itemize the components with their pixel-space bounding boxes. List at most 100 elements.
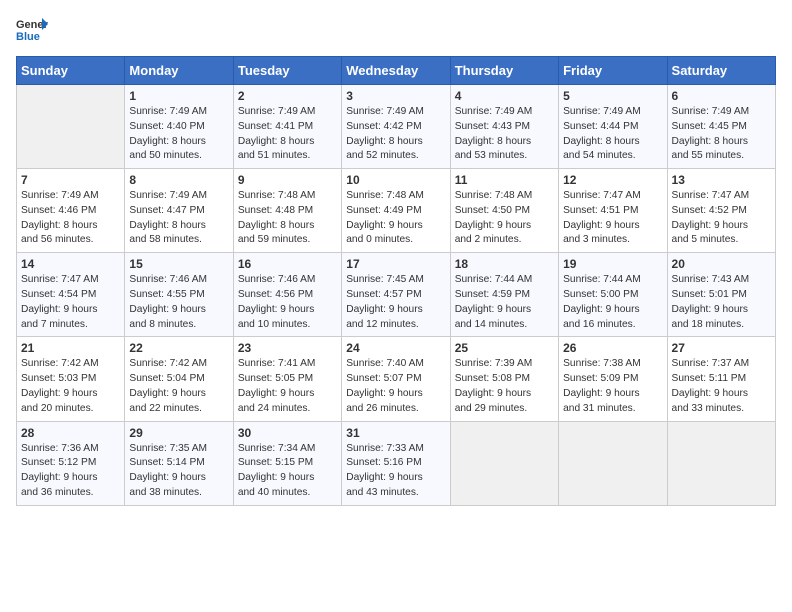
day-detail: Sunrise: 7:49 AM Sunset: 4:46 PM Dayligh… [21, 189, 120, 248]
day-number: 31 [346, 426, 445, 440]
day-number: 22 [129, 341, 228, 355]
day-number: 24 [346, 341, 445, 355]
day-detail: Sunrise: 7:48 AM Sunset: 4:50 PM Dayligh… [455, 189, 554, 248]
day-detail: Sunrise: 7:39 AM Sunset: 5:08 PM Dayligh… [455, 357, 554, 416]
svg-text:Blue: Blue [16, 31, 40, 43]
day-detail: Sunrise: 7:46 AM Sunset: 4:55 PM Dayligh… [129, 273, 228, 332]
day-detail: Sunrise: 7:43 AM Sunset: 5:01 PM Dayligh… [672, 273, 771, 332]
day-number: 29 [129, 426, 228, 440]
day-number: 4 [455, 89, 554, 103]
day-detail: Sunrise: 7:47 AM Sunset: 4:51 PM Dayligh… [563, 189, 662, 248]
day-number: 1 [129, 89, 228, 103]
day-number: 3 [346, 89, 445, 103]
weekday-header: Thursday [450, 57, 558, 85]
calendar-week-row: 14 Sunrise: 7:47 AM Sunset: 4:54 PM Dayli… [17, 253, 776, 337]
day-detail: Sunrise: 7:49 AM Sunset: 4:41 PM Dayligh… [238, 105, 337, 164]
day-detail: Sunrise: 7:35 AM Sunset: 5:14 PM Dayligh… [129, 442, 228, 501]
day-detail: Sunrise: 7:49 AM Sunset: 4:47 PM Dayligh… [129, 189, 228, 248]
calendar-cell: 6 Sunrise: 7:49 AM Sunset: 4:45 PM Daylig… [667, 85, 775, 169]
calendar-week-row: 1 Sunrise: 7:49 AM Sunset: 4:40 PM Daylig… [17, 85, 776, 169]
day-number: 28 [21, 426, 120, 440]
calendar-cell: 24 Sunrise: 7:40 AM Sunset: 5:07 PM Dayli… [342, 337, 450, 421]
day-detail: Sunrise: 7:37 AM Sunset: 5:11 PM Dayligh… [672, 357, 771, 416]
calendar-cell: 4 Sunrise: 7:49 AM Sunset: 4:43 PM Daylig… [450, 85, 558, 169]
calendar-cell: 30 Sunrise: 7:34 AM Sunset: 5:15 PM Dayli… [233, 421, 341, 505]
calendar-week-row: 28Sunrise: 7:36 AM Sunset: 5:12 PM Dayli… [17, 421, 776, 505]
day-number: 9 [238, 173, 337, 187]
calendar-cell: 23Sunrise: 7:41 AM Sunset: 5:05 PM Dayli… [233, 337, 341, 421]
day-number: 10 [346, 173, 445, 187]
day-detail: Sunrise: 7:47 AM Sunset: 4:54 PM Dayligh… [21, 273, 120, 332]
day-detail: Sunrise: 7:49 AM Sunset: 4:43 PM Dayligh… [455, 105, 554, 164]
calendar-cell: 18 Sunrise: 7:44 AM Sunset: 4:59 PM Dayli… [450, 253, 558, 337]
calendar-cell [17, 85, 125, 169]
calendar-cell: 21 Sunrise: 7:42 AM Sunset: 5:03 PM Dayli… [17, 337, 125, 421]
day-detail: Sunrise: 7:44 AM Sunset: 4:59 PM Dayligh… [455, 273, 554, 332]
logo-icon: General Blue [16, 16, 48, 44]
day-number: 16 [238, 257, 337, 271]
calendar-cell: 15 Sunrise: 7:46 AM Sunset: 4:55 PM Dayli… [125, 253, 233, 337]
day-detail: Sunrise: 7:49 AM Sunset: 4:45 PM Dayligh… [672, 105, 771, 164]
weekday-header: Saturday [667, 57, 775, 85]
day-number: 2 [238, 89, 337, 103]
calendar-cell: 11 Sunrise: 7:48 AM Sunset: 4:50 PM Dayli… [450, 169, 558, 253]
weekday-header: Monday [125, 57, 233, 85]
calendar-header: SundayMondayTuesdayWednesdayThursdayFrid… [17, 57, 776, 85]
calendar-cell [450, 421, 558, 505]
weekday-header: Wednesday [342, 57, 450, 85]
calendar-cell: 14 Sunrise: 7:47 AM Sunset: 4:54 PM Dayli… [17, 253, 125, 337]
day-number: 11 [455, 173, 554, 187]
day-number: 14 [21, 257, 120, 271]
day-detail: Sunrise: 7:40 AM Sunset: 5:07 PM Dayligh… [346, 357, 445, 416]
day-detail: Sunrise: 7:38 AM Sunset: 5:09 PM Dayligh… [563, 357, 662, 416]
weekday-header: Tuesday [233, 57, 341, 85]
calendar-cell [667, 421, 775, 505]
day-detail: Sunrise: 7:45 AM Sunset: 4:57 PM Dayligh… [346, 273, 445, 332]
calendar-cell: 5 Sunrise: 7:49 AM Sunset: 4:44 PM Daylig… [559, 85, 667, 169]
day-detail: Sunrise: 7:48 AM Sunset: 4:48 PM Dayligh… [238, 189, 337, 248]
day-number: 25 [455, 341, 554, 355]
calendar-body: 1 Sunrise: 7:49 AM Sunset: 4:40 PM Daylig… [17, 85, 776, 506]
day-number: 5 [563, 89, 662, 103]
day-detail: Sunrise: 7:48 AM Sunset: 4:49 PM Dayligh… [346, 189, 445, 248]
calendar-cell: 13Sunrise: 7:47 AM Sunset: 4:52 PM Dayli… [667, 169, 775, 253]
day-detail: Sunrise: 7:42 AM Sunset: 5:04 PM Dayligh… [129, 357, 228, 416]
day-number: 8 [129, 173, 228, 187]
day-number: 26 [563, 341, 662, 355]
day-detail: Sunrise: 7:49 AM Sunset: 4:40 PM Dayligh… [129, 105, 228, 164]
page-header: General Blue [16, 16, 776, 44]
day-detail: Sunrise: 7:49 AM Sunset: 4:42 PM Dayligh… [346, 105, 445, 164]
calendar-cell [559, 421, 667, 505]
calendar-cell: 17Sunrise: 7:45 AM Sunset: 4:57 PM Dayli… [342, 253, 450, 337]
calendar-cell: 26 Sunrise: 7:38 AM Sunset: 5:09 PM Dayli… [559, 337, 667, 421]
calendar-cell: 29 Sunrise: 7:35 AM Sunset: 5:14 PM Dayli… [125, 421, 233, 505]
calendar-table: SundayMondayTuesdayWednesdayThursdayFrid… [16, 56, 776, 506]
calendar-cell: 25 Sunrise: 7:39 AM Sunset: 5:08 PM Dayli… [450, 337, 558, 421]
day-detail: Sunrise: 7:34 AM Sunset: 5:15 PM Dayligh… [238, 442, 337, 501]
calendar-cell: 16 Sunrise: 7:46 AM Sunset: 4:56 PM Dayli… [233, 253, 341, 337]
day-number: 13 [672, 173, 771, 187]
day-number: 30 [238, 426, 337, 440]
calendar-cell: 10 Sunrise: 7:48 AM Sunset: 4:49 PM Dayli… [342, 169, 450, 253]
day-number: 21 [21, 341, 120, 355]
calendar-cell: 20 Sunrise: 7:43 AM Sunset: 5:01 PM Dayli… [667, 253, 775, 337]
day-detail: Sunrise: 7:42 AM Sunset: 5:03 PM Dayligh… [21, 357, 120, 416]
calendar-cell: 22 Sunrise: 7:42 AM Sunset: 5:04 PM Dayli… [125, 337, 233, 421]
day-number: 23 [238, 341, 337, 355]
day-number: 20 [672, 257, 771, 271]
calendar-cell: 3 Sunrise: 7:49 AM Sunset: 4:42 PM Daylig… [342, 85, 450, 169]
calendar-cell: 9 Sunrise: 7:48 AM Sunset: 4:48 PM Daylig… [233, 169, 341, 253]
day-number: 18 [455, 257, 554, 271]
day-number: 6 [672, 89, 771, 103]
calendar-cell: 7Sunrise: 7:49 AM Sunset: 4:46 PM Daylig… [17, 169, 125, 253]
calendar-cell: 2 Sunrise: 7:49 AM Sunset: 4:41 PM Daylig… [233, 85, 341, 169]
day-number: 15 [129, 257, 228, 271]
calendar-cell: 31Sunrise: 7:33 AM Sunset: 5:16 PM Dayli… [342, 421, 450, 505]
calendar-cell: 27Sunrise: 7:37 AM Sunset: 5:11 PM Dayli… [667, 337, 775, 421]
weekday-header: Friday [559, 57, 667, 85]
calendar-cell: 19Sunrise: 7:44 AM Sunset: 5:00 PM Dayli… [559, 253, 667, 337]
calendar-week-row: 7Sunrise: 7:49 AM Sunset: 4:46 PM Daylig… [17, 169, 776, 253]
calendar-cell: 8 Sunrise: 7:49 AM Sunset: 4:47 PM Daylig… [125, 169, 233, 253]
day-detail: Sunrise: 7:49 AM Sunset: 4:44 PM Dayligh… [563, 105, 662, 164]
day-detail: Sunrise: 7:46 AM Sunset: 4:56 PM Dayligh… [238, 273, 337, 332]
